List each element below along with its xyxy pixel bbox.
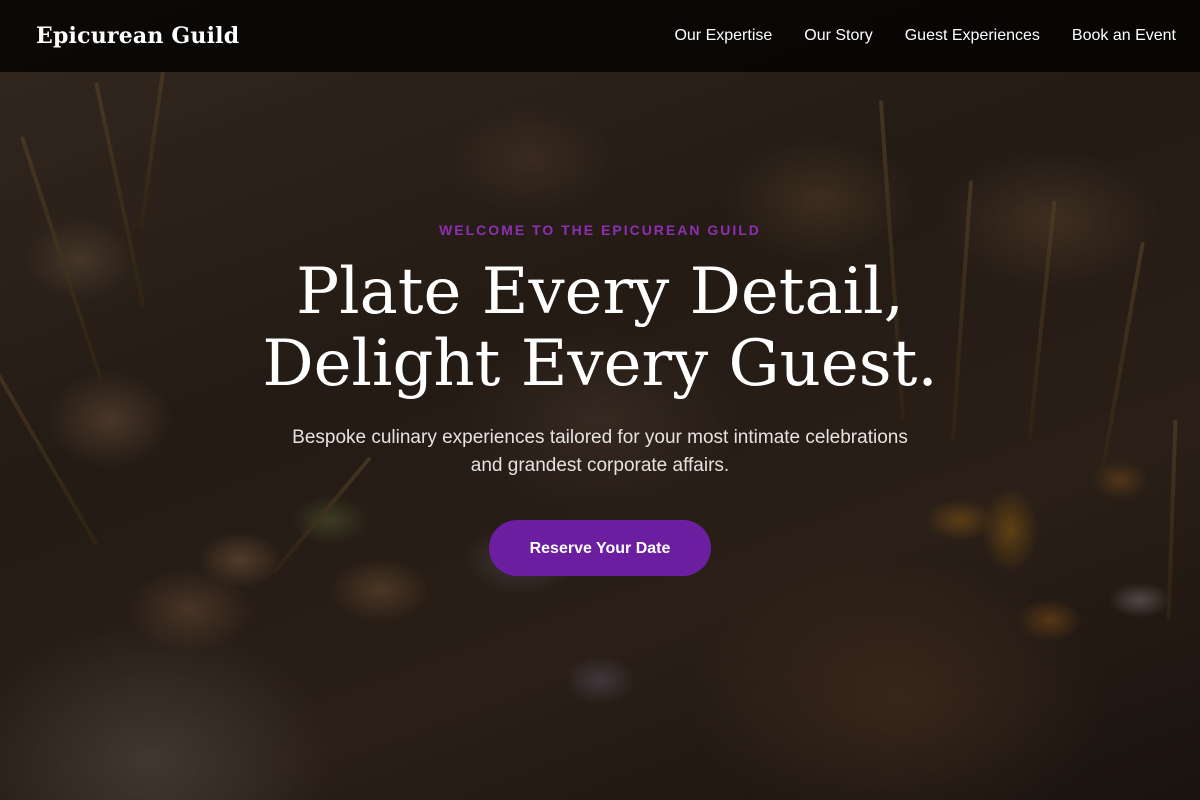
nav-link-book-an-event[interactable]: Book an Event xyxy=(1072,27,1176,45)
hero-headline: Plate Every Detail, Delight Every Guest. xyxy=(0,256,1200,400)
hero-headline-line-1: Plate Every Detail, xyxy=(296,255,904,329)
hero-subtitle: Bespoke culinary experiences tailored fo… xyxy=(292,427,908,476)
nav-link-guest-experiences[interactable]: Guest Experiences xyxy=(905,27,1040,45)
hero-eyebrow: WELCOME TO THE EPICUREAN GUILD xyxy=(439,222,761,238)
brand-logo-text[interactable]: Epicurean Guild xyxy=(36,23,239,49)
reserve-your-date-button[interactable]: Reserve Your Date xyxy=(489,520,711,576)
nav-link-our-expertise[interactable]: Our Expertise xyxy=(674,27,772,45)
nav-link-our-story[interactable]: Our Story xyxy=(804,27,872,45)
hero-headline-line-2: Delight Every Guest. xyxy=(262,327,938,401)
hero-section: Epicurean Guild Our Expertise Our Story … xyxy=(0,0,1200,800)
hero-content: WELCOME TO THE EPICUREAN GUILD Plate Eve… xyxy=(0,222,1200,576)
nav-links: Our Expertise Our Story Guest Experience… xyxy=(674,27,1176,45)
top-navigation-bar: Epicurean Guild Our Expertise Our Story … xyxy=(0,0,1200,72)
